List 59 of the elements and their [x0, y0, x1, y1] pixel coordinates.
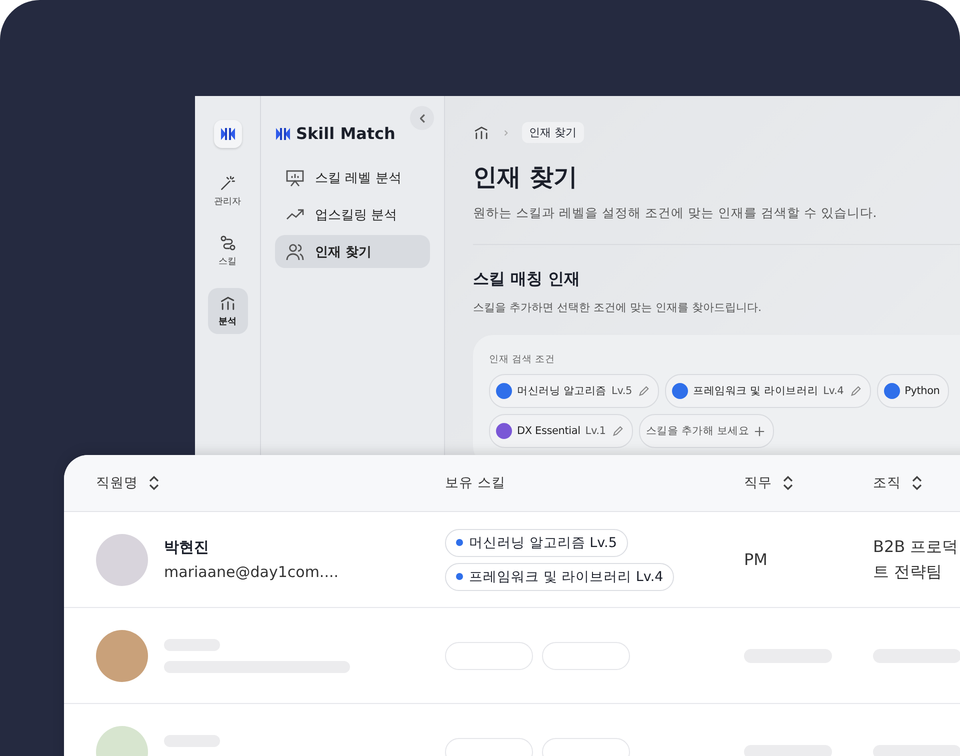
- skill-chip[interactable]: 머신러닝 알고리즘 Lv.5: [489, 374, 660, 408]
- avatar: [96, 534, 148, 586]
- section-title: 스킬 매칭 인재: [473, 269, 582, 290]
- sort-icon[interactable]: [782, 475, 794, 491]
- breadcrumb-current[interactable]: 인재 찾기: [522, 122, 584, 143]
- skill-tag: 프레임워크 및 라이브러리 Lv.4: [445, 562, 674, 590]
- pencil-icon[interactable]: [637, 384, 650, 398]
- rail-item[interactable]: 분석: [208, 288, 248, 334]
- skill-chip[interactable]: Python: [876, 374, 949, 408]
- add-skill-chip[interactable]: 스킬을 추가해 보세요: [638, 414, 774, 448]
- skill-level: Lv.5: [612, 385, 632, 397]
- sort-icon[interactable]: [911, 475, 923, 491]
- org-cell-text: B2B 프로덕트 전략팀: [873, 536, 960, 582]
- column-header: 직원명: [96, 474, 138, 492]
- nav-item[interactable]: 스킬 레벨 분석: [275, 161, 430, 194]
- role-cell-text: PM: [744, 550, 768, 569]
- nav-item[interactable]: 인재 찾기: [275, 235, 430, 268]
- skill-name: Python: [904, 385, 940, 397]
- chart-icon: [218, 294, 236, 312]
- rail-label: 스킬: [218, 256, 236, 268]
- pencil-icon[interactable]: [610, 424, 624, 438]
- employee-email: mariaane@day1com....: [164, 563, 338, 581]
- sort-icon[interactable]: [148, 475, 160, 491]
- people-icon: [285, 242, 305, 262]
- chevron-right-icon: [502, 128, 510, 136]
- section-description: 스킬을 추가하면 선택한 조건에 맞는 인재를 찾아드립니다.: [473, 300, 762, 315]
- magic-wand-icon: [218, 174, 236, 192]
- logo-icon: [220, 127, 236, 141]
- column-header: 직무: [744, 474, 772, 492]
- nav-item[interactable]: 업스킬링 분석: [275, 198, 430, 231]
- page-description: 원하는 스킬과 레벨을 설정해 조건에 맞는 인재를 검색할 수 있습니다.: [473, 205, 878, 222]
- app-logo[interactable]: [214, 120, 242, 148]
- brand-name: Skill Match: [296, 124, 396, 143]
- skill-name: DX Essential: [517, 425, 580, 437]
- avatar: [96, 630, 148, 682]
- rail-item[interactable]: 스킬: [208, 228, 248, 274]
- skill-level: Lv.4: [823, 385, 844, 397]
- home-icon[interactable]: [473, 124, 490, 141]
- skill-name: 프레임워크 및 라이브러리: [693, 384, 818, 398]
- filter-label: 인재 검색 조건: [489, 353, 556, 366]
- logo-icon: [275, 126, 291, 140]
- skill-tag: 머신러닝 알고리즘 Lv.5: [445, 528, 628, 556]
- pencil-icon[interactable]: [848, 384, 862, 398]
- rail-label: 분석: [218, 316, 236, 328]
- presentation-icon: [285, 168, 305, 188]
- column-header: 보유 스킬: [445, 474, 506, 492]
- employee-name: 박현진: [164, 538, 210, 557]
- plus-icon: [754, 426, 766, 436]
- rail-label: 관리자: [214, 196, 241, 208]
- route-icon: [218, 234, 236, 252]
- skill-level: Lv.1: [585, 425, 606, 437]
- skill-name: 머신러닝 알고리즘: [517, 384, 607, 398]
- rail-item[interactable]: 관리자: [208, 168, 248, 214]
- collapse-button[interactable]: [410, 106, 434, 130]
- column-header: 조직: [873, 474, 901, 492]
- page-title: 인재 찾기: [473, 162, 578, 193]
- chevron-left-icon: [420, 114, 424, 122]
- skill-chip[interactable]: 프레임워크 및 라이브러리 Lv.4: [665, 374, 871, 408]
- skill-chip[interactable]: DX Essential Lv.1: [489, 414, 633, 448]
